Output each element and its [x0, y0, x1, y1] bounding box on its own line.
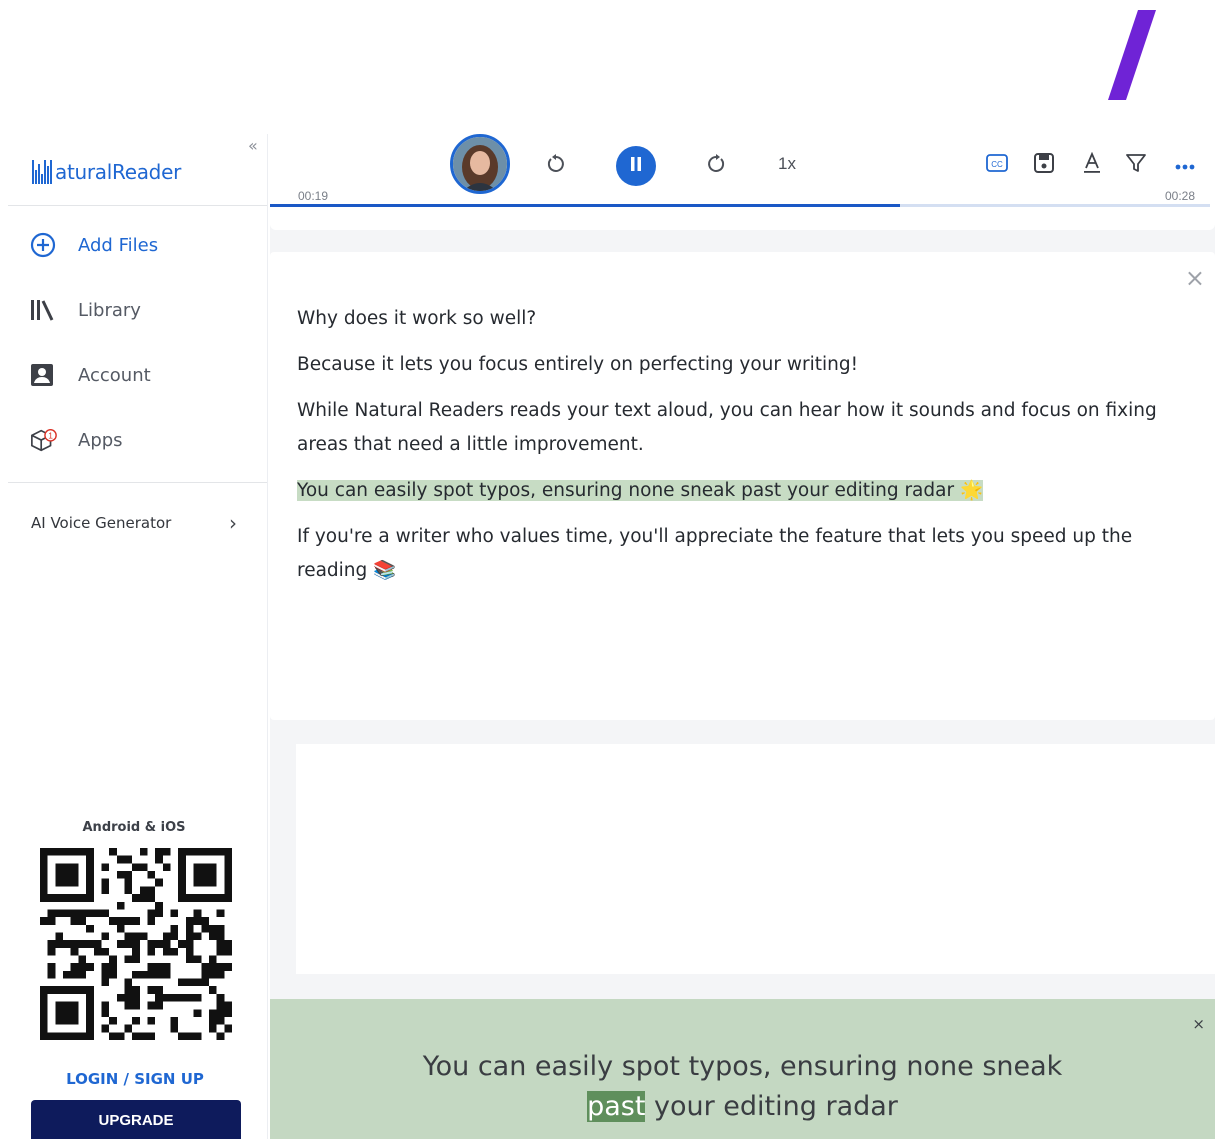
- player-bar: 1x CC 00:19 00:28: [270, 134, 1215, 208]
- sidebar-item-label: Add Files: [78, 234, 159, 256]
- caption-before: You can easily spot typos, ensuring none…: [422, 1051, 1063, 1082]
- library-icon: [30, 297, 58, 323]
- apps-icon: 1: [30, 427, 58, 453]
- divider: [8, 482, 267, 483]
- caption-panel: × You can easily spot typos, ensuring no…: [270, 999, 1215, 1139]
- captions-button[interactable]: CC: [984, 152, 1010, 178]
- progress-fill: [270, 204, 900, 207]
- ai-voice-generator-link[interactable]: AI Voice Generator ›: [31, 511, 237, 535]
- cc-label: CC: [991, 160, 1003, 169]
- sidebar-item-account[interactable]: Account: [30, 360, 151, 390]
- apps-badge: 1: [48, 431, 53, 441]
- paragraph[interactable]: Why does it work so well?: [297, 302, 1177, 336]
- filter-icon: [1125, 152, 1147, 178]
- account-icon: [30, 362, 58, 388]
- more-icon: [1174, 156, 1196, 175]
- sidebar-item-label: Account: [78, 364, 151, 386]
- upgrade-button[interactable]: UPGRADE: [31, 1100, 241, 1139]
- rewind-button[interactable]: [538, 148, 574, 184]
- highlighted-sentence[interactable]: You can easily spot typos, ensuring none…: [297, 480, 983, 501]
- divider: [8, 205, 267, 206]
- ai-voice-generator-label: AI Voice Generator: [31, 514, 172, 532]
- sidebar-item-apps[interactable]: 1 Apps: [30, 425, 123, 455]
- caption-current-word: past: [587, 1091, 646, 1122]
- voice-avatar[interactable]: [450, 134, 510, 194]
- forward-icon: [705, 153, 727, 179]
- progress-bar[interactable]: [270, 204, 1210, 207]
- sidebar-item-label: Apps: [78, 429, 123, 451]
- add-circle-icon: [30, 232, 58, 258]
- caption-after: your editing radar: [645, 1091, 898, 1122]
- total-time: 00:28: [1164, 189, 1195, 203]
- forward-button[interactable]: [698, 148, 734, 184]
- font-icon: [1082, 151, 1102, 178]
- text-style-button[interactable]: [1079, 151, 1105, 178]
- qr-code: [40, 848, 232, 1040]
- save-button[interactable]: [1031, 152, 1057, 178]
- logo: aturalReader: [32, 152, 181, 184]
- save-icon: [1033, 152, 1055, 178]
- caption-text: You can easily spot typos, ensuring none…: [270, 1047, 1215, 1127]
- close-icon[interactable]: ×: [1185, 266, 1205, 290]
- document-card: × Why does it work so well? Because it l…: [270, 252, 1215, 720]
- paragraph[interactable]: Because it lets you focus entirely on pe…: [297, 348, 1177, 382]
- sidebar: « aturalReader Add Files Library Account…: [0, 134, 268, 1139]
- current-sentence: You can easily spot typos, ensuring none…: [297, 474, 1177, 508]
- more-options-button[interactable]: [1172, 152, 1198, 178]
- paragraph[interactable]: While Natural Readers reads your text al…: [297, 394, 1177, 462]
- login-signup-link[interactable]: LOGIN / SIGN UP: [0, 1070, 270, 1088]
- next-page: [296, 744, 1215, 974]
- pause-button[interactable]: [616, 146, 656, 186]
- filter-button[interactable]: [1123, 152, 1149, 178]
- previous-page: [270, 208, 1215, 230]
- logo-text: aturalReader: [55, 160, 181, 184]
- collapse-sidebar-button[interactable]: «: [248, 136, 258, 155]
- decorative-slash: [1108, 10, 1156, 100]
- caption-close-button[interactable]: ×: [1192, 1015, 1205, 1033]
- paragraph[interactable]: If you're a writer who values time, you'…: [297, 520, 1177, 588]
- sidebar-item-label: Library: [78, 299, 141, 321]
- document-text: Why does it work so well? Because it let…: [297, 302, 1177, 600]
- cc-icon: CC: [985, 153, 1009, 177]
- pause-icon: [629, 156, 643, 176]
- speed-control[interactable]: 1x: [778, 154, 796, 174]
- rewind-icon: [545, 153, 567, 179]
- store-label: Android & iOS: [82, 820, 186, 835]
- sidebar-item-library[interactable]: Library: [30, 295, 141, 325]
- chevron-right-icon: ›: [229, 511, 237, 535]
- elapsed-time: 00:19: [298, 189, 329, 203]
- sidebar-item-add-files[interactable]: Add Files: [30, 230, 158, 260]
- logo-mark-icon: [32, 160, 53, 184]
